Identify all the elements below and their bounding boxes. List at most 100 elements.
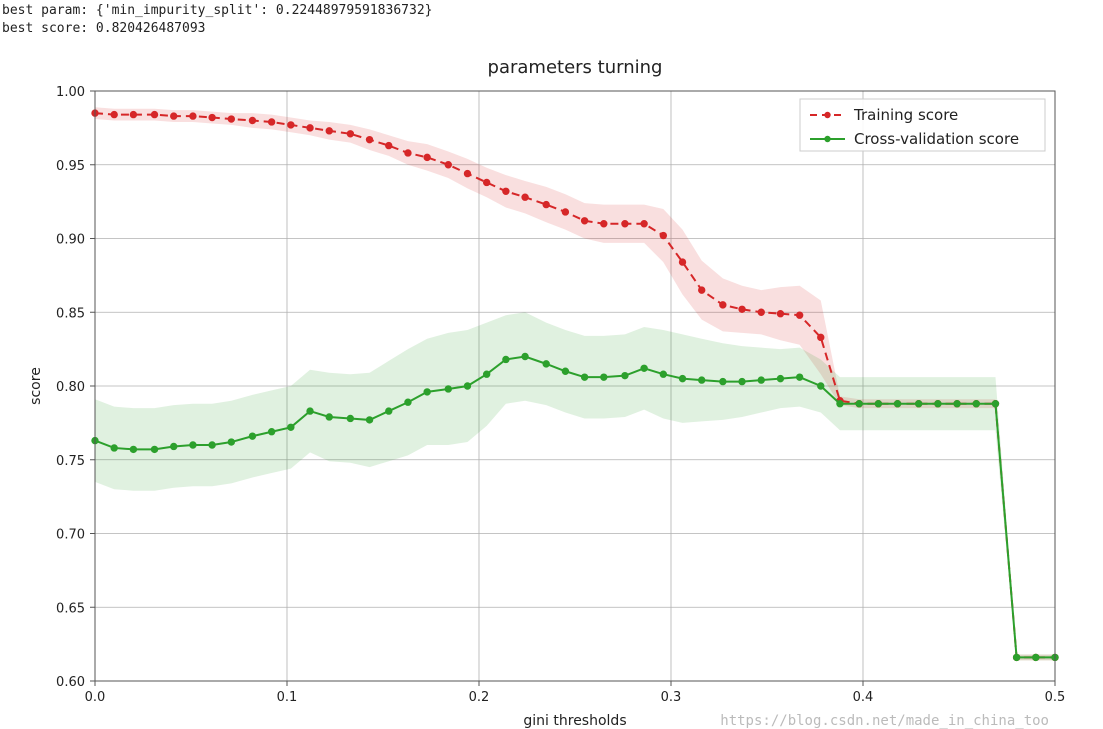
series-marker: [268, 429, 274, 435]
chart-svg: 0.00.10.20.30.40.50.600.650.700.750.800.…: [0, 41, 1103, 729]
series-marker: [622, 221, 628, 227]
series-marker: [758, 377, 764, 383]
x-tick-label: 0.5: [1045, 690, 1066, 705]
series-marker: [445, 386, 451, 392]
chart-title: parameters turning: [488, 57, 663, 78]
series-marker: [405, 399, 411, 405]
y-tick-label: 0.80: [56, 380, 85, 395]
series-marker: [622, 373, 628, 379]
x-tick-label: 0.3: [661, 690, 682, 705]
series-marker: [796, 312, 802, 318]
series-marker: [818, 383, 824, 389]
console-line: best param: {'min_impurity_split': 0.224…: [2, 3, 432, 18]
series-marker: [856, 401, 862, 407]
x-tick-label: 0.2: [469, 690, 490, 705]
series-marker: [699, 377, 705, 383]
watermark: https://blog.csdn.net/made_in_china_too: [720, 713, 1049, 729]
x-tick-label: 0.4: [853, 690, 874, 705]
series-marker: [522, 353, 528, 359]
series-marker: [1033, 654, 1039, 660]
y-tick-label: 0.70: [56, 528, 85, 543]
series-marker: [973, 401, 979, 407]
series-marker: [601, 221, 607, 227]
series-marker: [386, 142, 392, 148]
series-marker: [171, 113, 177, 119]
series-marker: [190, 442, 196, 448]
series-marker: [209, 442, 215, 448]
console-line: best score: 0.820426487093: [2, 21, 206, 36]
series-marker: [894, 401, 900, 407]
series-marker: [562, 368, 568, 374]
chart-figure: 0.00.10.20.30.40.50.600.650.700.750.800.…: [0, 41, 1103, 729]
series-marker: [543, 361, 549, 367]
y-tick-label: 1.00: [56, 85, 85, 100]
series-marker: [424, 154, 430, 160]
series-marker: [641, 221, 647, 227]
y-tick-label: 0.85: [56, 306, 85, 321]
series-marker: [777, 311, 783, 317]
series-marker: [464, 383, 470, 389]
series-marker: [326, 128, 332, 134]
series-marker: [347, 131, 353, 137]
series-marker: [151, 111, 157, 117]
series-marker: [228, 116, 234, 122]
series-marker: [288, 122, 294, 128]
x-tick-label: 0.0: [85, 690, 106, 705]
series-marker: [796, 374, 802, 380]
x-axis-label: gini thresholds: [523, 713, 626, 729]
legend-marker: [824, 136, 830, 142]
series-marker: [151, 446, 157, 452]
series-marker: [739, 378, 745, 384]
y-tick-label: 0.90: [56, 233, 85, 248]
series-marker: [111, 445, 117, 451]
series-marker: [483, 371, 489, 377]
series-marker: [915, 401, 921, 407]
series-marker: [307, 125, 313, 131]
y-tick-label: 0.75: [56, 454, 85, 469]
series-marker: [405, 150, 411, 156]
series-marker: [660, 371, 666, 377]
series-marker: [954, 401, 960, 407]
series-marker: [1013, 654, 1019, 660]
series-marker: [249, 117, 255, 123]
series-marker: [483, 179, 489, 185]
series-marker: [837, 401, 843, 407]
legend-label: Training score: [853, 106, 958, 124]
series-marker: [445, 162, 451, 168]
series-marker: [935, 401, 941, 407]
series-marker: [130, 111, 136, 117]
series-marker: [543, 201, 549, 207]
series-marker: [503, 188, 509, 194]
series-marker: [386, 408, 392, 414]
y-tick-label: 0.60: [56, 675, 85, 690]
series-marker: [739, 306, 745, 312]
legend-label: Cross-validation score: [854, 130, 1019, 148]
series-marker: [249, 433, 255, 439]
series-marker: [720, 378, 726, 384]
series-marker: [699, 287, 705, 293]
y-tick-label: 0.65: [56, 601, 85, 616]
series-marker: [581, 218, 587, 224]
series-marker: [720, 302, 726, 308]
series-marker: [424, 389, 430, 395]
series-marker: [190, 113, 196, 119]
series-marker: [562, 209, 568, 215]
series-marker: [660, 232, 666, 238]
series-marker: [758, 309, 764, 315]
series-marker: [601, 374, 607, 380]
series-marker: [228, 439, 234, 445]
console-output: best param: {'min_impurity_split': 0.224…: [0, 0, 1103, 41]
series-marker: [366, 137, 372, 143]
series-marker: [581, 374, 587, 380]
series-marker: [875, 401, 881, 407]
y-tick-label: 0.95: [56, 159, 85, 174]
y-axis-label: score: [28, 367, 44, 405]
series-marker: [992, 401, 998, 407]
series-marker: [347, 415, 353, 421]
series-marker: [679, 259, 685, 265]
series-marker: [288, 424, 294, 430]
series-marker: [171, 443, 177, 449]
series-marker: [307, 408, 313, 414]
series-marker: [641, 365, 647, 371]
series-marker: [522, 194, 528, 200]
